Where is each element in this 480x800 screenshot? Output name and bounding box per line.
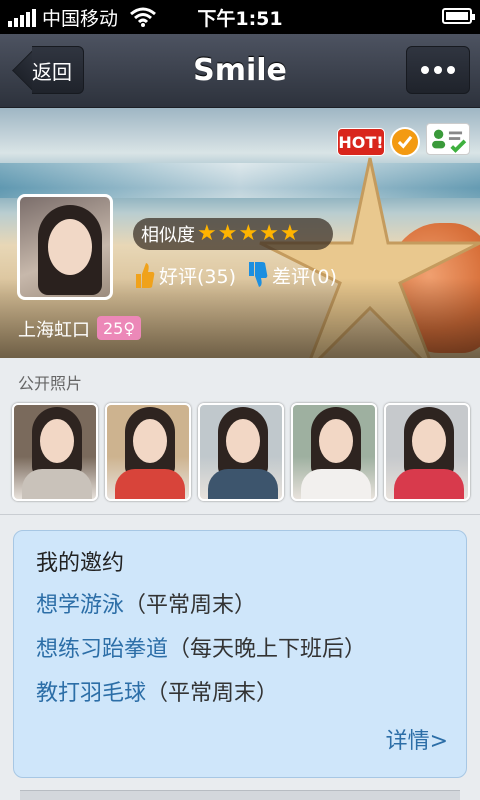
check-badge-icon <box>390 127 420 157</box>
star-icon: ★ <box>238 221 259 246</box>
battery-icon <box>442 8 475 24</box>
invitation-item[interactable]: 想练习跆拳道（每天晚上下班后） <box>36 631 366 663</box>
next-card-edge <box>20 790 460 800</box>
photo-thumbnail[interactable] <box>12 403 98 501</box>
id-card-icon <box>426 123 470 155</box>
nav-bar: Smile 返回 <box>0 34 480 108</box>
invitation-item[interactable]: 想学游泳（平常周末） <box>36 587 256 619</box>
avatar[interactable] <box>17 194 113 300</box>
thumbs-down-icon <box>249 262 268 287</box>
back-button[interactable]: 返回 <box>10 46 84 94</box>
star-icon: ★ <box>217 221 238 246</box>
thumbs-up-icon <box>136 263 155 288</box>
age-gender-badge: 25♀ <box>97 316 142 340</box>
profile-header: HOT! 相似度 ★ ★ ★ ★ ★ 好评(35) 差评(0) 上海虹口 25♀ <box>0 108 480 358</box>
review-counts: 好评(35) 差评(0) <box>133 260 337 290</box>
photo-gallery <box>12 403 472 501</box>
details-link[interactable]: 详情> <box>386 723 448 755</box>
invitation-item[interactable]: 教打羽毛球（平常周末） <box>36 675 278 707</box>
similarity-rating: 相似度 ★ ★ ★ ★ ★ <box>133 218 333 250</box>
photo-thumbnail[interactable] <box>384 403 470 501</box>
good-review-count[interactable]: 好评(35) <box>159 262 236 289</box>
more-dots-icon <box>421 66 429 74</box>
more-button[interactable] <box>406 46 470 94</box>
public-photos-title: 公开照片 <box>18 374 83 393</box>
star-icon: ★ <box>197 221 217 246</box>
carrier-name: 中国移动 <box>42 7 119 30</box>
star-icon: ★ <box>259 221 279 246</box>
back-button-label: 返回 <box>32 59 72 84</box>
star-icon: ★ <box>279 221 300 246</box>
location-label: 上海虹口 <box>18 320 90 341</box>
photo-thumbnail[interactable] <box>291 403 377 501</box>
photo-thumbnail[interactable] <box>105 403 191 501</box>
section-divider <box>0 514 480 515</box>
invitation-title: 我的邀约 <box>36 551 125 576</box>
hot-badge: HOT! <box>337 128 385 156</box>
signal-icon <box>8 7 36 27</box>
bad-review-count[interactable]: 差评(0) <box>272 262 337 289</box>
wifi-icon <box>130 7 156 27</box>
photo-thumbnail[interactable] <box>198 403 284 501</box>
similarity-label: 相似度 <box>141 225 195 246</box>
status-bar: 中国移动 下午1:51 <box>0 0 480 34</box>
invitation-card: 我的邀约 想学游泳（平常周末） 想练习跆拳道（每天晚上下班后） 教打羽毛球（平常… <box>13 530 467 778</box>
